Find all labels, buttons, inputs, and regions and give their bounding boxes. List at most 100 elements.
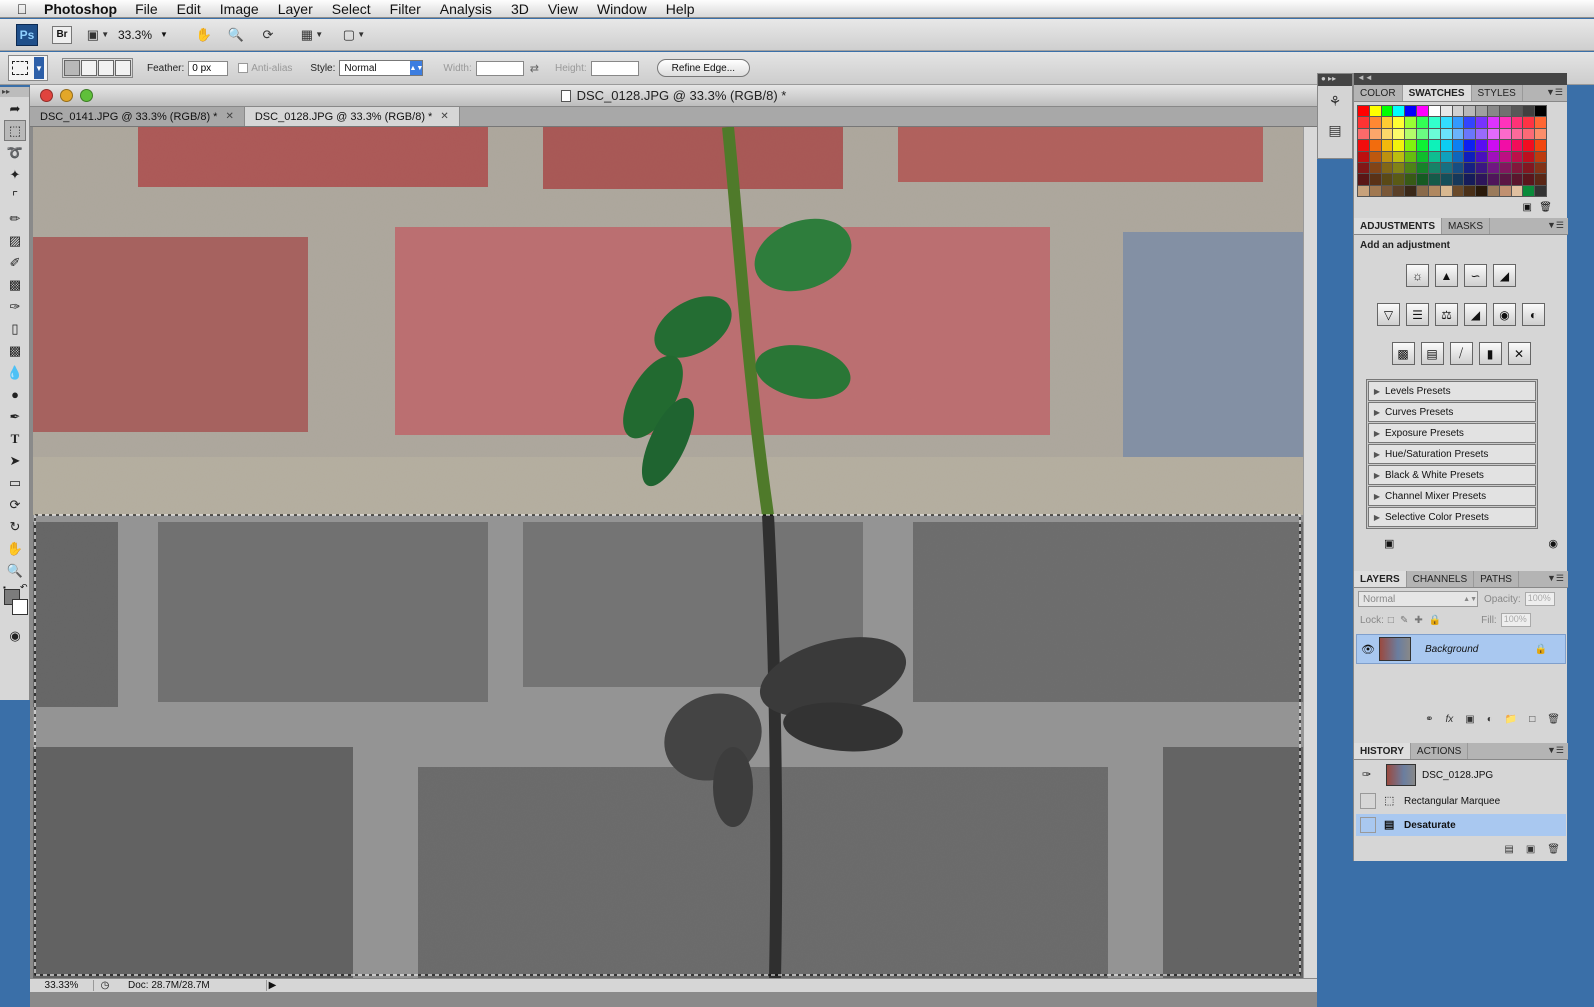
swatch[interactable]: [1417, 128, 1428, 140]
swatch[interactable]: [1523, 106, 1535, 117]
swatch[interactable]: [1499, 151, 1511, 162]
clone-stamp-tool[interactable]: ▩: [4, 274, 26, 295]
lock-options-icon[interactable]: □✎✚🔒: [1388, 615, 1447, 626]
swatch[interactable]: [1369, 162, 1381, 174]
swatch[interactable]: [1440, 151, 1452, 162]
menu-help[interactable]: Help: [666, 1, 695, 17]
curves-icon[interactable]: ∽: [1464, 264, 1487, 287]
swatch[interactable]: [1358, 151, 1369, 162]
rectangular-marquee-tool[interactable]: ⬚: [4, 120, 26, 141]
tab-masks[interactable]: Masks: [1442, 218, 1491, 234]
swatch[interactable]: [1358, 117, 1369, 128]
preset-levels[interactable]: ▶ Levels Presets: [1368, 381, 1536, 401]
swatch[interactable]: [1381, 185, 1393, 196]
swatch[interactable]: [1428, 117, 1440, 128]
menu-analysis[interactable]: Analysis: [440, 1, 492, 17]
swatch[interactable]: [1369, 185, 1381, 196]
swatch[interactable]: [1464, 162, 1476, 174]
swatch[interactable]: [1452, 151, 1464, 162]
threshold-icon[interactable]: ⧸: [1449, 342, 1473, 365]
swatch[interactable]: [1440, 128, 1452, 140]
tab-history[interactable]: History: [1354, 743, 1411, 759]
swatch[interactable]: [1358, 128, 1369, 140]
swatch[interactable]: [1440, 140, 1452, 151]
preset-curves[interactable]: ▶ Curves Presets: [1368, 402, 1536, 422]
close-icon[interactable]: ✕: [225, 111, 233, 122]
swatch[interactable]: [1464, 185, 1476, 196]
menu-edit[interactable]: Edit: [177, 1, 201, 17]
gradient-tool[interactable]: ▩: [4, 340, 26, 361]
zoom-level-select[interactable]: 33.3% ▼: [118, 28, 168, 42]
tab-paths[interactable]: Paths: [1474, 571, 1519, 587]
menu-window[interactable]: Window: [597, 1, 647, 17]
swatch[interactable]: [1417, 151, 1428, 162]
view-extras-button[interactable]: ▣ ▼: [86, 25, 110, 45]
swatch[interactable]: [1487, 106, 1499, 117]
history-state-rectangular-marquee[interactable]: ⬚ Rectangular Marquee: [1356, 790, 1566, 812]
swatch[interactable]: [1405, 174, 1417, 185]
brightness-contrast-icon[interactable]: ☼: [1406, 264, 1429, 287]
zoom-tool-button[interactable]: 🔍: [224, 25, 248, 45]
menu-3d[interactable]: 3D: [511, 1, 529, 17]
swatch[interactable]: [1381, 140, 1393, 151]
swatch[interactable]: [1452, 117, 1464, 128]
panel-menu-icon[interactable]: ▼☰: [1547, 745, 1564, 756]
width-input[interactable]: [475, 60, 524, 76]
swatch[interactable]: [1511, 151, 1523, 162]
swatch[interactable]: [1535, 162, 1546, 174]
panel-menu-icon[interactable]: ▼☰: [1547, 220, 1564, 231]
apple-menu-icon[interactable]: : [0, 1, 44, 17]
eye-icon[interactable]: 👁: [1357, 643, 1379, 656]
history-brush-source-toggle[interactable]: [1360, 793, 1376, 809]
close-window-button[interactable]: [40, 89, 53, 102]
swatch[interactable]: [1358, 185, 1369, 196]
history-snapshot[interactable]: ✑ DSC_0128.JPG: [1356, 762, 1566, 788]
swatch[interactable]: [1381, 151, 1393, 162]
swatch[interactable]: [1523, 151, 1535, 162]
swatch[interactable]: [1476, 106, 1487, 117]
swatch[interactable]: [1405, 128, 1417, 140]
menu-file[interactable]: File: [135, 1, 158, 17]
rotate-view-button[interactable]: ⟳: [256, 25, 280, 45]
image-canvas[interactable]: [33, 127, 1303, 978]
style-select[interactable]: Normal ▲▼: [339, 60, 424, 76]
status-zoom[interactable]: 33.33%: [30, 980, 94, 991]
new-document-from-state-icon[interactable]: ▤: [1504, 844, 1513, 855]
panels-header[interactable]: ◄◄: [1354, 73, 1567, 85]
path-selection-tool[interactable]: ➤: [4, 450, 26, 471]
clip-to-layer-icon[interactable]: ▣: [1384, 537, 1394, 550]
swatch[interactable]: [1369, 140, 1381, 151]
swatch[interactable]: [1511, 174, 1523, 185]
swatch[interactable]: [1393, 162, 1405, 174]
swatch[interactable]: [1476, 128, 1487, 140]
swatch[interactable]: [1523, 128, 1535, 140]
swatch[interactable]: [1464, 128, 1476, 140]
visibility-toggle-icon[interactable]: ◉: [1548, 537, 1558, 550]
swatch[interactable]: [1381, 117, 1393, 128]
status-menu-arrow-icon[interactable]: ▶: [266, 980, 278, 991]
tab-channels[interactable]: Channels: [1407, 571, 1475, 587]
healing-brush-tool[interactable]: ▨: [4, 230, 26, 251]
exposure-icon[interactable]: ◢: [1493, 264, 1516, 287]
swatch[interactable]: [1405, 117, 1417, 128]
trash-icon[interactable]: 🗑: [1547, 844, 1560, 855]
status-info-icon[interactable]: ◷: [94, 980, 116, 991]
swatch[interactable]: [1487, 185, 1499, 196]
swatch[interactable]: [1523, 140, 1535, 151]
add-to-selection-mode-button[interactable]: [81, 60, 97, 76]
blur-tool[interactable]: 💧: [4, 362, 26, 383]
swatch[interactable]: [1476, 162, 1487, 174]
swatch[interactable]: [1405, 106, 1417, 117]
swatch[interactable]: [1523, 185, 1535, 196]
dodge-tool[interactable]: ●: [4, 384, 26, 405]
swatch[interactable]: [1428, 185, 1440, 196]
swatch[interactable]: [1405, 162, 1417, 174]
add-mask-icon[interactable]: ▣: [1465, 714, 1474, 725]
history-brush-tool[interactable]: ✑: [4, 296, 26, 317]
close-icon[interactable]: ✕: [440, 111, 448, 122]
swatch[interactable]: [1381, 162, 1393, 174]
swatch[interactable]: [1452, 128, 1464, 140]
swatch[interactable]: [1358, 140, 1369, 151]
swatch[interactable]: [1476, 174, 1487, 185]
height-input[interactable]: [590, 60, 639, 76]
